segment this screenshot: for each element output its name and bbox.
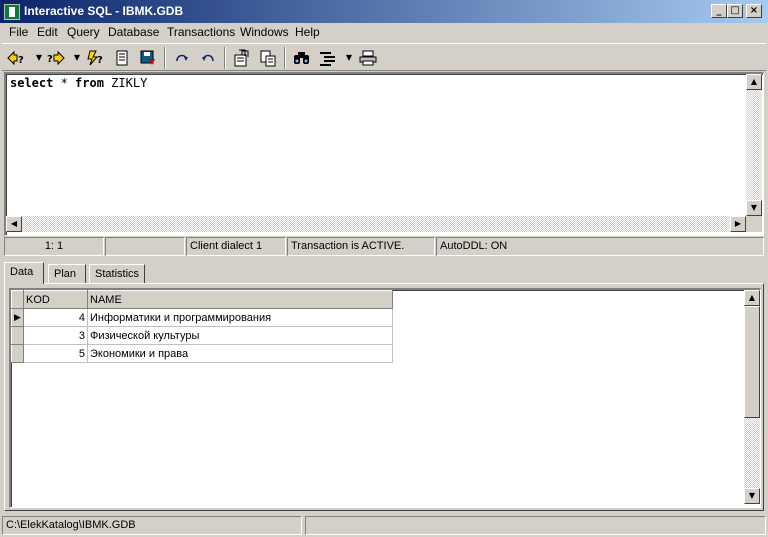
table-row[interactable]: 5 Экономики и права xyxy=(11,344,393,363)
editor-vertical-scrollbar[interactable] xyxy=(746,74,762,216)
cell-kod[interactable]: 3 xyxy=(23,326,88,345)
editor-status-bar: 1: 1 Client dialect 1 Transaction is ACT… xyxy=(4,237,764,256)
cell-kod[interactable]: 5 xyxy=(23,344,88,363)
maximize-button[interactable]: □ xyxy=(727,4,743,18)
grid-scroll-up-button[interactable]: ▲ xyxy=(744,290,760,306)
menu-query[interactable]: Query xyxy=(67,25,100,39)
svg-text:?: ? xyxy=(47,54,53,65)
previous-query-dropdown[interactable]: ▼ xyxy=(35,52,43,64)
status-right-panel xyxy=(305,516,766,535)
grid-scroll-thumb[interactable] xyxy=(744,306,760,418)
cell-kod[interactable]: 4 xyxy=(23,308,88,327)
next-query-icon[interactable]: ? xyxy=(46,48,66,68)
row-indicator xyxy=(11,344,24,363)
scroll-corner xyxy=(746,216,762,232)
grid-scroll-down-button[interactable]: ▼ xyxy=(744,488,760,504)
result-tabs: Data Plan Statistics xyxy=(4,262,764,284)
status-bar: C:\ElekKatalog\IBMK.GDB xyxy=(0,515,768,537)
toolbar-separator xyxy=(164,47,166,69)
table-row[interactable]: 3 Физической культуры xyxy=(11,326,393,345)
column-header-kod[interactable]: KOD xyxy=(23,290,88,309)
svg-text:?: ? xyxy=(97,55,103,66)
autoddl-status: AutoDDL: ON xyxy=(436,237,764,256)
cell-name[interactable]: Информатики и программирования xyxy=(87,308,393,327)
find-icon[interactable] xyxy=(292,48,312,68)
status-empty-panel xyxy=(105,237,185,256)
sql-star: * xyxy=(53,76,76,90)
cell-name[interactable]: Физической культуры xyxy=(87,326,393,345)
tab-plan[interactable]: Plan xyxy=(48,264,86,284)
toolbar: ? ▼ ? ▼ ? ▼ xyxy=(2,43,766,71)
menu-windows[interactable]: Windows xyxy=(240,25,289,39)
current-row-indicator: ▶ xyxy=(11,308,24,327)
editor-scroll-right-button[interactable]: ▶ xyxy=(730,216,746,232)
sql-table-name: ZIKLY xyxy=(103,76,148,90)
execute-query-icon[interactable]: ? xyxy=(86,48,106,68)
cursor-position: 1: 1 xyxy=(4,237,104,256)
save-script-icon[interactable] xyxy=(138,48,158,68)
menu-edit[interactable]: Edit xyxy=(37,25,58,39)
editor-scroll-up-button[interactable]: ▲ xyxy=(746,74,762,90)
copy-icon[interactable] xyxy=(232,48,252,68)
editor-scroll-left-button[interactable]: ◀ xyxy=(6,216,22,232)
previous-query-icon[interactable]: ? xyxy=(6,48,26,68)
menu-file[interactable]: File xyxy=(9,25,28,39)
cell-name[interactable]: Экономики и права xyxy=(87,344,393,363)
load-script-icon[interactable] xyxy=(112,48,132,68)
tab-data[interactable]: Data xyxy=(4,262,44,284)
transaction-status: Transaction is ACTIVE. xyxy=(287,237,435,256)
client-dialect: Client dialect 1 xyxy=(186,237,286,256)
print-icon[interactable] xyxy=(358,48,378,68)
sql-keyword-from: from xyxy=(75,76,104,90)
database-path: C:\ElekKatalog\IBMK.GDB xyxy=(2,516,302,535)
menu-database[interactable]: Database xyxy=(108,25,159,39)
row-indicator xyxy=(11,326,24,345)
window-title: Interactive SQL - IBMK.GDB xyxy=(24,4,184,18)
title-bar[interactable]: Interactive SQL - IBMK.GDB _ □ × xyxy=(0,0,768,23)
toolbar-separator xyxy=(224,47,226,69)
results-table: KOD NAME ▶ 4 Информатики и программирова… xyxy=(11,290,393,363)
column-header-name[interactable]: NAME xyxy=(87,290,393,309)
editor-scroll-down-button[interactable]: ▼ xyxy=(746,200,762,216)
minimize-button[interactable]: _ xyxy=(711,4,727,18)
rollback-icon[interactable] xyxy=(198,48,218,68)
sql-text[interactable]: select * from ZIKLY xyxy=(10,76,147,90)
table-header-row: KOD NAME xyxy=(11,290,393,309)
tab-statistics[interactable]: Statistics xyxy=(89,264,145,284)
row-indicator-header xyxy=(11,290,24,309)
commit-icon[interactable] xyxy=(172,48,192,68)
next-query-dropdown[interactable]: ▼ xyxy=(73,52,81,64)
close-button[interactable]: × xyxy=(746,4,762,18)
indent-dropdown[interactable]: ▼ xyxy=(345,52,353,64)
sql-editor[interactable]: select * from ZIKLY ▲ ▼ ◀ ▶ xyxy=(4,72,764,236)
indent-icon[interactable] xyxy=(318,48,338,68)
editor-horizontal-scrollbar[interactable] xyxy=(6,216,746,232)
toolbar-separator xyxy=(284,47,286,69)
paste-icon[interactable] xyxy=(258,48,278,68)
app-icon[interactable] xyxy=(4,4,20,20)
results-grid[interactable]: KOD NAME ▶ 4 Информатики и программирова… xyxy=(9,288,761,508)
sql-keyword-select: select xyxy=(10,76,54,90)
table-row[interactable]: ▶ 4 Информатики и программирования xyxy=(11,308,393,327)
svg-text:?: ? xyxy=(18,55,24,66)
menu-bar: File Edit Query Database Transactions Wi… xyxy=(0,23,768,42)
menu-transactions[interactable]: Transactions xyxy=(167,25,235,39)
menu-help[interactable]: Help xyxy=(295,25,320,39)
data-panel: KOD NAME ▶ 4 Информатики и программирова… xyxy=(4,283,764,511)
